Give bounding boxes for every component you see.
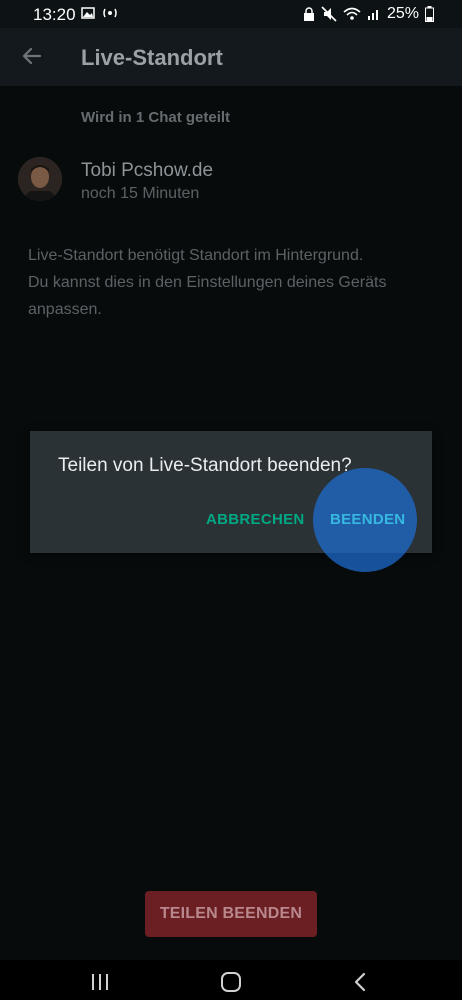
info-line: Du kannst dies in den Einstellungen dein…: [28, 274, 387, 291]
signal-icon: [367, 10, 378, 20]
nfc-icon: [103, 8, 117, 18]
home-icon[interactable]: [211, 968, 251, 996]
image-icon: [81, 7, 95, 19]
avatar[interactable]: [18, 157, 62, 201]
page-title: Live-Standort: [81, 45, 223, 70]
contact-name[interactable]: Tobi Pcshow.de: [81, 160, 213, 182]
status-time: 13:20: [33, 5, 76, 24]
recents-icon[interactable]: [80, 968, 120, 996]
lock-icon: [303, 7, 314, 21]
battery-percentage: 25%: [386, 5, 419, 22]
status-bar: 13:20 25%: [0, 0, 462, 28]
cancel-button[interactable]: ABBRECHEN: [206, 511, 305, 528]
info-line: anpassen.: [28, 301, 102, 318]
confirm-button[interactable]: BEENDEN: [330, 511, 405, 528]
contact-duration: noch 15 Minuten: [81, 185, 200, 202]
mute-icon: [321, 6, 337, 22]
arrow-back-icon[interactable]: [20, 44, 44, 68]
wifi-icon: [343, 7, 361, 20]
dialog-title: Teilen von Live-Standort beenden?: [58, 455, 352, 476]
info-text: Live-Standort benötigt Standort im Hinte…: [28, 242, 438, 323]
info-line: Live-Standort benötigt Standort im Hinte…: [28, 247, 364, 264]
stop-sharing-button[interactable]: TEILEN BEENDEN: [145, 891, 317, 937]
section-header: Wird in 1 Chat geteilt: [81, 109, 231, 126]
battery-icon: [425, 6, 434, 22]
back-icon[interactable]: [340, 968, 380, 996]
app-bar: Live-Standort: [0, 28, 462, 86]
nav-bar: [0, 960, 462, 1000]
